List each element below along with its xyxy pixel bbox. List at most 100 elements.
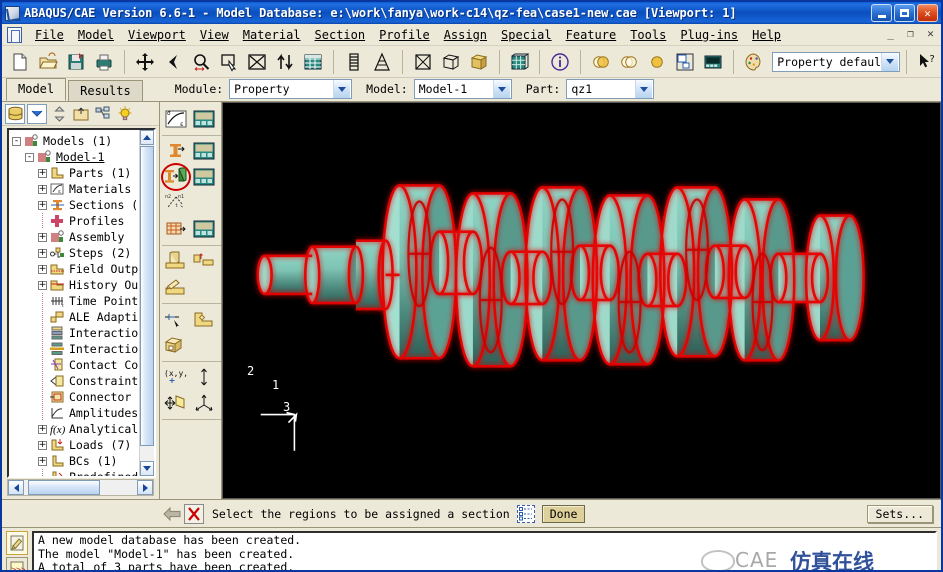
message-log[interactable]: A new model database has been created. Th…	[32, 531, 937, 570]
fit-view-icon[interactable]	[244, 49, 270, 75]
menu-file[interactable]: File	[28, 26, 71, 44]
tab-results[interactable]: Results	[68, 80, 143, 101]
menu-help[interactable]: Help	[745, 26, 788, 44]
overlay-plot-icon[interactable]	[588, 49, 614, 75]
tree-node[interactable]: +f(x)Analytical Fiel	[12, 421, 139, 437]
new-file-icon[interactable]	[7, 49, 33, 75]
magnify-icon[interactable]	[188, 49, 214, 75]
perspective-icon[interactable]	[369, 49, 395, 75]
expand-node-icon[interactable]: +	[38, 168, 47, 178]
menu-section[interactable]: Section	[308, 26, 373, 44]
expand-node-icon[interactable]: +	[38, 200, 47, 210]
collapse-node-icon[interactable]: -	[12, 136, 21, 146]
menu-view[interactable]: View	[193, 26, 236, 44]
expand-node-icon[interactable]: +	[38, 264, 47, 274]
lightbulb-icon[interactable]	[115, 104, 135, 124]
h-scroll-thumb[interactable]	[28, 480, 100, 495]
expand-node-icon[interactable]: +	[38, 232, 47, 242]
tree-node[interactable]: + Loads (7)	[12, 437, 139, 453]
box-zoom-icon[interactable]	[216, 49, 242, 75]
section-manager-icon[interactable]	[190, 138, 218, 164]
single-plot-icon[interactable]	[644, 49, 670, 75]
switch-context-icon[interactable]	[49, 104, 69, 124]
tree-vertical-scrollbar[interactable]	[139, 130, 154, 476]
defaults-combo[interactable]: Property defaults	[772, 51, 901, 72]
scroll-down-arrow-icon[interactable]	[140, 461, 154, 476]
ruler-icon[interactable]	[341, 49, 367, 75]
filter-icon[interactable]	[93, 104, 113, 124]
scroll-right-arrow-icon[interactable]	[137, 480, 153, 495]
cycle-views-icon[interactable]	[272, 49, 298, 75]
message-area-icon[interactable]	[6, 531, 28, 555]
expand-node-icon[interactable]: +	[38, 248, 47, 258]
menu-viewport[interactable]: Viewport	[121, 26, 193, 44]
python-prompt-icon[interactable]: >>>	[6, 557, 28, 570]
view-manager-icon[interactable]	[300, 49, 326, 75]
tree-node[interactable]: Interaction Pro	[12, 341, 139, 357]
tree-node[interactable]: Profiles	[12, 213, 139, 229]
tree-node[interactable]: Amplitudes	[12, 405, 139, 421]
material-manager-icon[interactable]	[190, 106, 218, 132]
tree-node[interactable]: + Field Output Req	[12, 261, 139, 277]
model-database-icon[interactable]	[5, 103, 25, 124]
chevron-down-icon[interactable]	[881, 52, 899, 71]
datum-axis-3d-icon[interactable]	[190, 390, 218, 416]
tree-node[interactable]: + BCs (1)	[12, 453, 139, 469]
tree-node[interactable]: - Models (1)	[12, 133, 139, 149]
scroll-up-arrow-icon[interactable]	[140, 130, 154, 145]
tree-node[interactable]: Connector Sect	[12, 389, 139, 405]
tree-node[interactable]: Constraints	[12, 373, 139, 389]
shaded-cube-icon[interactable]	[466, 49, 492, 75]
scroll-left-arrow-icon[interactable]	[8, 480, 24, 495]
save-icon[interactable]	[63, 49, 89, 75]
pan-icon[interactable]	[132, 49, 158, 75]
select-from-sets-icon[interactable]	[516, 504, 535, 523]
tree-node[interactable]: - Model-1	[12, 149, 139, 165]
mdi-restore-button[interactable]: ❐	[904, 27, 917, 41]
tab-model[interactable]: Model	[6, 78, 67, 101]
context-help-icon[interactable]: ?	[914, 49, 940, 75]
menu-material[interactable]: Material	[236, 26, 308, 44]
create-datum-axis-icon[interactable]	[190, 306, 218, 332]
open-file-icon[interactable]	[35, 49, 61, 75]
mdi-close-button[interactable]: ✕	[924, 27, 937, 41]
model-tree[interactable]: - Models (1) - Model-1 + Parts (1) + ε Materials…	[7, 128, 156, 478]
allow-multiple-icon[interactable]	[616, 49, 642, 75]
iso-view-icon[interactable]	[410, 49, 436, 75]
render-cube-icon[interactable]	[507, 49, 533, 75]
create-material-icon[interactable]: σε	[162, 106, 190, 132]
expand-node-icon[interactable]: +	[38, 280, 47, 290]
chevron-down-icon[interactable]	[27, 103, 47, 124]
menu-feature[interactable]: Feature	[559, 26, 624, 44]
create-partition-icon[interactable]	[162, 332, 190, 358]
menu-assign[interactable]: Assign	[437, 26, 494, 44]
tree-node[interactable]: t Time Points	[12, 293, 139, 309]
mdi-minimize-button[interactable]: _	[884, 27, 897, 41]
print-icon[interactable]	[91, 49, 117, 75]
assign-material-orientation-icon[interactable]: n2 n1 t	[162, 190, 190, 216]
tree-node[interactable]: Contact Contro	[12, 357, 139, 373]
section-assignment-manager-icon[interactable]	[190, 164, 218, 190]
part-combo[interactable]: qz1	[566, 79, 655, 99]
cancel-x-icon[interactable]	[184, 503, 204, 524]
wireframe-cube-icon[interactable]	[438, 49, 464, 75]
create-stringer-icon[interactable]	[190, 248, 218, 274]
menu-plugins[interactable]: Plug-ins	[673, 26, 745, 44]
rotate-icon[interactable]	[160, 49, 186, 75]
menu-model[interactable]: Model	[71, 26, 121, 44]
close-button[interactable]: ✕	[917, 4, 938, 22]
tree-node[interactable]: Interactions	[12, 325, 139, 341]
viewport-canvas[interactable]: 2 1 3	[222, 102, 941, 499]
chevron-down-icon[interactable]	[492, 80, 510, 98]
model-combo[interactable]: Model-1	[413, 79, 512, 99]
tree-node[interactable]: + Steps (2)	[12, 245, 139, 261]
assign-section-icon[interactable]	[161, 163, 191, 191]
query-info-icon[interactable]	[547, 49, 573, 75]
scroll-thumb[interactable]	[140, 146, 154, 446]
menu-profile[interactable]: Profile	[372, 26, 437, 44]
expand-node-icon[interactable]: +	[38, 456, 47, 466]
viewport-icon[interactable]	[700, 49, 726, 75]
module-combo[interactable]: Property	[229, 79, 353, 99]
composite-layup-manager-icon[interactable]	[190, 216, 218, 242]
minimize-button[interactable]	[871, 4, 892, 22]
